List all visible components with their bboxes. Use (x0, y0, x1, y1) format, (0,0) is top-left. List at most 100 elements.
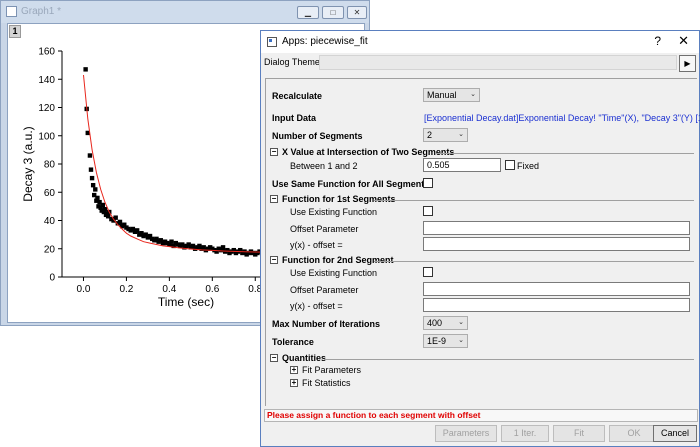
y-tick-label: 20 (44, 244, 56, 255)
fixed-checkbox[interactable] (505, 160, 515, 170)
dialog-title-bar[interactable]: Apps: piecewise_fit ? ✕ (261, 31, 699, 53)
seg1-yx-input[interactable] (423, 237, 690, 251)
data-point (100, 202, 105, 208)
y-tick-label: 100 (38, 131, 55, 142)
collapse-x-intersection-icon[interactable]: − (270, 148, 278, 156)
data-point (83, 67, 88, 72)
collapse-seg1-icon[interactable]: − (270, 195, 278, 203)
data-point (117, 219, 123, 225)
theme-arrow-button[interactable]: ▶ (679, 55, 696, 72)
chevron-down-icon: ⌄ (458, 131, 464, 138)
seg2-yx-input[interactable] (423, 298, 690, 312)
help-icon[interactable]: ? (654, 34, 661, 48)
num-segments-dropdown[interactable]: 2 ⌄ (423, 128, 468, 142)
chevron-down-icon: ⌄ (470, 91, 476, 98)
recalculate-dropdown[interactable]: Manual ⌄ (423, 88, 480, 102)
minimize-button[interactable]: ▁ (297, 6, 319, 19)
y-tick-label: 120 (38, 103, 55, 114)
section-divider (374, 200, 694, 201)
data-point (102, 207, 108, 212)
graph-title-bar[interactable]: Graph1 * ▁ □ ✕ (1, 1, 369, 23)
minimize-icon: ▁ (304, 8, 312, 17)
tolerance-label: Tolerance (272, 337, 314, 347)
close-button[interactable]: ✕ (347, 6, 367, 19)
graph-app-icon (6, 6, 17, 17)
between-input[interactable]: 0.505 (423, 158, 501, 172)
seg2-offset-label: Offset Parameter (290, 285, 359, 295)
status-message: Please assign a function to each segment… (264, 409, 698, 422)
recalculate-label: Recalculate (272, 91, 323, 101)
graph-window-title: Graph1 * (21, 6, 62, 17)
seg2-offset-input[interactable] (423, 282, 690, 296)
data-point (88, 167, 94, 172)
dialog-close-icon[interactable]: ✕ (678, 33, 689, 49)
seg2-yx-label: y(x) - offset = (290, 301, 343, 311)
data-point (169, 239, 174, 244)
x-axis-label: Time (sec) (158, 295, 214, 309)
piecewise-fit-dialog: Apps: piecewise_fit ? ✕ Dialog Theme ▶ R… (260, 30, 700, 447)
input-data-label: Input Data (272, 113, 316, 123)
y-tick-label: 40 (44, 216, 56, 227)
fit-statistics-label[interactable]: Fit Statistics (302, 378, 351, 388)
maximize-icon: □ (330, 8, 336, 17)
seg1-yx-label: y(x) - offset = (290, 240, 343, 250)
fit-parameters-label[interactable]: Fit Parameters (302, 365, 361, 375)
seg2-section-title: Function for 2nd Segment (282, 255, 394, 265)
dialog-theme-label: Dialog Theme (264, 57, 320, 67)
seg2-use-existing-checkbox[interactable] (423, 267, 433, 277)
ok-button[interactable]: OK (609, 425, 659, 442)
seg1-use-existing-checkbox[interactable] (423, 206, 433, 216)
data-point (95, 195, 100, 201)
section-divider (374, 261, 694, 262)
num-segments-label: Number of Segments (272, 131, 363, 141)
x-tick-label: 0.4 (162, 284, 176, 295)
x-tick-label: 0.2 (119, 284, 133, 295)
y-tick-label: 0 (49, 273, 55, 284)
one-iter-button[interactable]: 1 Iter. (501, 425, 549, 442)
dialog-theme-field[interactable] (319, 55, 677, 70)
dialog-title: Apps: piecewise_fit (282, 36, 368, 47)
quantities-section-title: Quantities (282, 353, 327, 363)
y-tick-label: 140 (38, 75, 55, 86)
data-point (134, 228, 140, 233)
max-iter-label: Max Number of Iterations (272, 319, 381, 329)
same-function-checkbox[interactable] (423, 178, 433, 188)
seg1-use-existing-label: Use Existing Function (290, 207, 378, 217)
tolerance-dropdown[interactable]: 1E-9 ⌄ (423, 334, 468, 348)
section-divider (436, 153, 694, 154)
input-data-link[interactable]: [Exponential Decay.dat]Exponential Decay… (424, 113, 700, 123)
max-iter-value: 400 (427, 318, 443, 328)
data-point (87, 153, 93, 158)
tolerance-value: 1E-9 (427, 336, 447, 346)
dialog-theme-row: Dialog Theme ▶ (261, 53, 699, 73)
max-iter-dropdown[interactable]: 400 ⌄ (423, 316, 468, 330)
data-point (220, 245, 226, 250)
x-intersection-section-title: X Value at Intersection of Two Segments (282, 147, 455, 157)
dialog-app-icon (267, 37, 277, 47)
y-tick-label: 160 (38, 47, 55, 58)
x-tick-label: 0.6 (205, 284, 219, 295)
fixed-label: Fixed (517, 161, 540, 171)
parameters-button[interactable]: Parameters (435, 425, 497, 442)
maximize-button[interactable]: □ (322, 6, 344, 19)
collapse-quantities-icon[interactable]: − (270, 354, 278, 362)
seg1-offset-label: Offset Parameter (290, 224, 359, 234)
settings-panel: Recalculate Manual ⌄ Input Data [Exponen… (265, 78, 700, 406)
seg1-offset-input[interactable] (423, 221, 690, 235)
seg2-use-existing-label: Use Existing Function (290, 268, 378, 278)
chevron-down-icon: ⌄ (458, 319, 464, 326)
collapse-seg2-icon[interactable]: − (270, 256, 278, 264)
close-icon: ✕ (353, 8, 361, 17)
cancel-button[interactable]: Cancel (653, 425, 697, 442)
fit-button[interactable]: Fit (553, 425, 605, 442)
y-tick-label: 80 (44, 160, 56, 171)
num-segments-value: 2 (427, 130, 433, 140)
chevron-down-icon: ⌄ (458, 337, 464, 344)
recalculate-value: Manual (427, 90, 457, 100)
expand-fit-statistics-icon[interactable]: + (290, 379, 298, 387)
expand-fit-parameters-icon[interactable]: + (290, 366, 298, 374)
fit-curve (83, 74, 262, 253)
x-tick-label: 0.0 (77, 284, 91, 295)
data-point (89, 175, 95, 181)
seg1-section-title: Function for 1st Segments (282, 194, 396, 204)
